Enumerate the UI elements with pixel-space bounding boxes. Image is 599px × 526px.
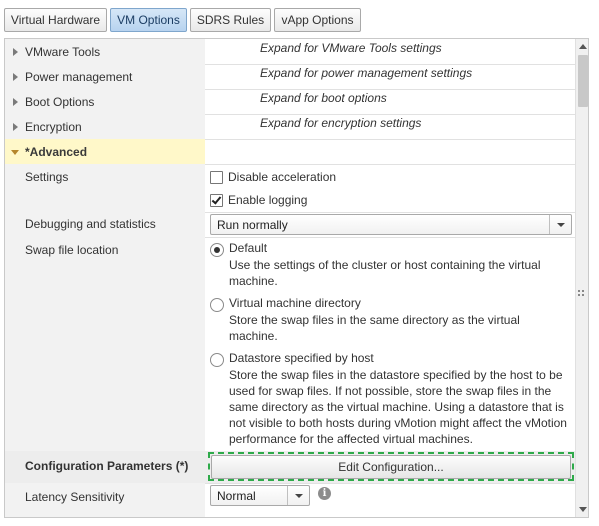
latency-select-value: Normal (217, 489, 256, 503)
section-label: Power management (25, 70, 133, 84)
latency-select[interactable]: Normal (210, 485, 310, 506)
vertical-scrollbar[interactable] (575, 39, 588, 517)
edit-configuration-button[interactable]: Edit Configuration... (211, 455, 571, 479)
config-params-label: Configuration Parameters (*) (25, 459, 189, 473)
scroll-down-icon[interactable] (579, 507, 587, 512)
tab-sdrs-rules[interactable]: SDRS Rules (190, 8, 271, 32)
swap-vm-directory-description: Store the swap files in the same directo… (229, 313, 520, 343)
section-vmware-tools[interactable]: VMware Tools Expand for VMware Tools set… (5, 39, 575, 64)
settings-row: Settings Disable acceleration Enable log… (5, 164, 575, 212)
section-hint: Expand for VMware Tools settings (260, 41, 442, 55)
debugging-select[interactable]: Run normally (210, 214, 572, 235)
section-label: Encryption (25, 120, 82, 134)
section-power-management[interactable]: Power management Expand for power manage… (5, 64, 575, 89)
section-hint: Expand for power management settings (260, 66, 473, 80)
tab-vm-options[interactable]: VM Options (110, 8, 187, 32)
section-label: Boot Options (25, 95, 95, 109)
debugging-label: Debugging and statistics (25, 217, 156, 231)
section-hint: Expand for encryption settings (260, 116, 422, 130)
swap-datastore-label[interactable]: Datastore specified by host (229, 351, 374, 365)
section-boot-options[interactable]: Boot Options Expand for boot options (5, 89, 575, 114)
chevron-right-icon[interactable] (13, 48, 18, 56)
debugging-row: Debugging and statistics Run normally (5, 212, 575, 237)
swap-default-description: Use the settings of the cluster or host … (229, 258, 541, 288)
section-label: VMware Tools (25, 45, 101, 59)
chevron-down-icon[interactable] (11, 150, 19, 155)
debugging-select-value: Run normally (217, 218, 288, 232)
checkmark-icon (211, 194, 222, 205)
tab-virtual-hardware[interactable]: Virtual Hardware (4, 8, 107, 32)
swap-default-label[interactable]: Default (229, 241, 267, 255)
chevron-down-icon[interactable] (549, 215, 571, 234)
vm-options-panel: VMware Tools Expand for VMware Tools set… (4, 38, 589, 518)
section-label: *Advanced (25, 145, 88, 159)
chevron-down-icon[interactable] (287, 486, 309, 505)
tab-bar: Virtual Hardware VM Options SDRS Rules v… (0, 0, 599, 36)
section-encryption[interactable]: Encryption Expand for encryption setting… (5, 114, 575, 139)
section-advanced[interactable]: *Advanced (5, 139, 575, 164)
section-hint: Expand for boot options (260, 91, 387, 105)
swap-vm-directory-label[interactable]: Virtual machine directory (229, 296, 361, 310)
swap-datastore-radio[interactable] (210, 353, 224, 367)
chevron-right-icon[interactable] (13, 73, 18, 81)
tab-vapp-options[interactable]: vApp Options (274, 8, 361, 32)
scrollbar-thumb[interactable] (578, 55, 588, 107)
enable-logging-label[interactable]: Enable logging (228, 193, 307, 207)
latency-row: Latency Sensitivity Normal i (5, 483, 575, 517)
swap-file-label: Swap file location (25, 243, 119, 257)
latency-label: Latency Sensitivity (25, 490, 125, 504)
swap-vm-directory-radio[interactable] (210, 298, 224, 312)
chevron-right-icon[interactable] (13, 123, 18, 131)
swap-default-radio[interactable] (210, 243, 224, 257)
disable-acceleration-checkbox[interactable] (210, 171, 223, 184)
swap-file-row: Swap file location Default Use the setti… (5, 237, 575, 451)
info-icon[interactable]: i (318, 487, 331, 500)
chevron-right-icon[interactable] (13, 98, 18, 106)
settings-label: Settings (25, 170, 69, 184)
resize-grip-icon[interactable] (578, 290, 586, 298)
scroll-up-icon[interactable] (579, 44, 587, 49)
disable-acceleration-label[interactable]: Disable acceleration (228, 170, 336, 184)
config-params-row: Configuration Parameters (*) Edit Config… (5, 451, 575, 483)
enable-logging-checkbox[interactable] (210, 194, 223, 207)
swap-datastore-description: Store the swap files in the datastore sp… (229, 368, 567, 446)
